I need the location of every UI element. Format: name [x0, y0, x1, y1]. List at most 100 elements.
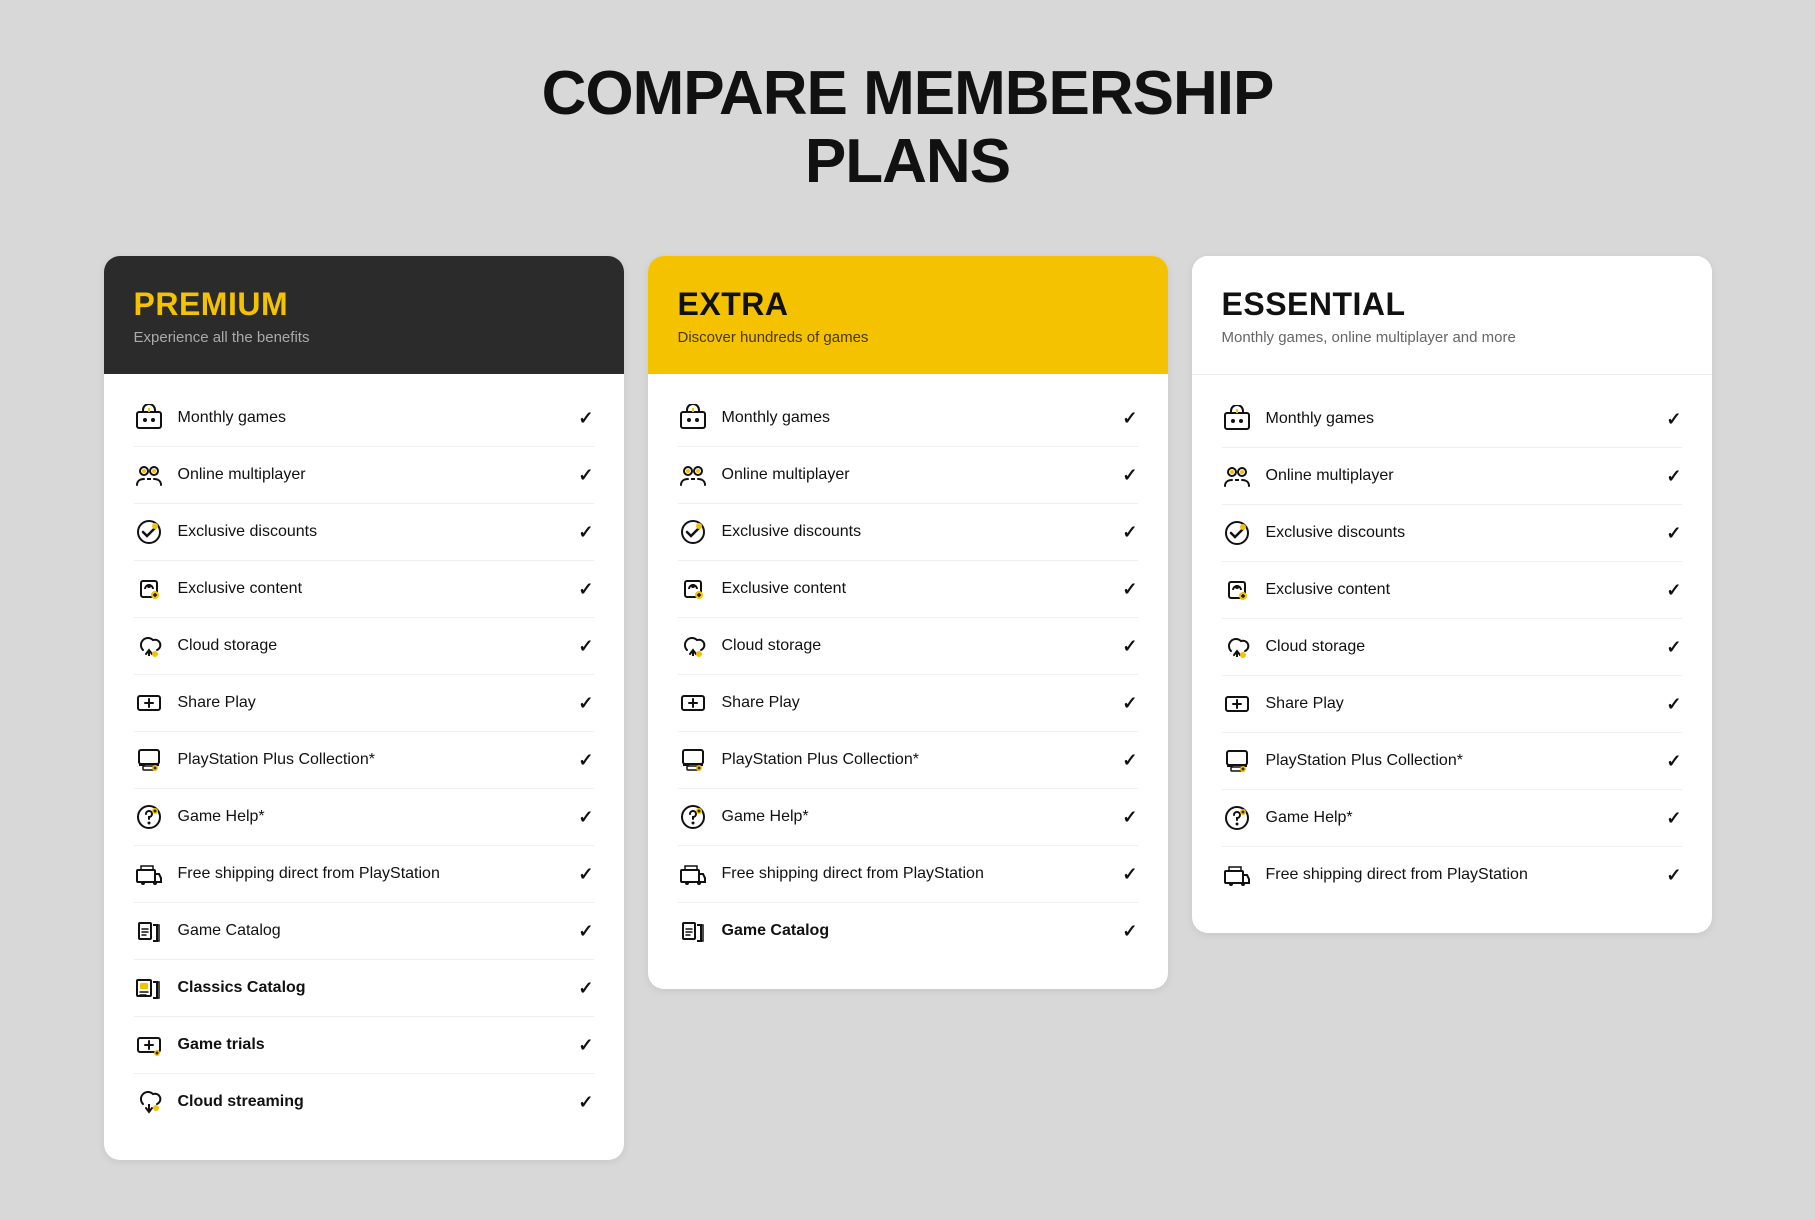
- icon-exclusive-discounts: [1222, 518, 1252, 548]
- feature-row: Share Play ✓: [678, 675, 1138, 732]
- icon-share-play: [1222, 689, 1252, 719]
- feature-label: Exclusive content: [1266, 581, 1391, 599]
- checkmark-icon: ✓: [578, 1035, 593, 1056]
- icon-free-shipping-direct-from-playstation: [1222, 860, 1252, 890]
- checkmark-icon: ✓: [1666, 580, 1681, 601]
- plan-card-essential: ESSENTIAL Monthly games, online multiplay…: [1192, 256, 1712, 933]
- plan-name-extra: EXTRA: [678, 286, 1138, 323]
- feature-row: Free shipping direct from PlayStation✓: [678, 846, 1138, 903]
- checkmark-icon: ✓: [1122, 408, 1137, 429]
- feature-row: Exclusive content ✓: [1222, 562, 1682, 619]
- feature-row: Game Help* ✓: [134, 789, 594, 846]
- icon-cloud-storage: [134, 631, 164, 661]
- page-title: COMPARE MEMBERSHIP PLANS: [542, 60, 1274, 196]
- icon-exclusive-content: [678, 574, 708, 604]
- checkmark-icon: ✓: [578, 636, 593, 657]
- checkmark-icon: ✓: [578, 522, 593, 543]
- feature-label: Cloud storage: [1266, 638, 1366, 656]
- icon-monthly-games: [678, 403, 708, 433]
- feature-label: Monthly games: [1266, 410, 1375, 428]
- icon-playstation-plus-collection-: [1222, 746, 1252, 776]
- plan-card-premium: PREMIUM Experience all the benefits Month…: [104, 256, 624, 1160]
- feature-row: Share Play ✓: [1222, 676, 1682, 733]
- checkmark-icon: ✓: [578, 978, 593, 999]
- checkmark-icon: ✓: [1666, 637, 1681, 658]
- feature-row: Free shipping direct from PlayStation ✓: [1222, 847, 1682, 903]
- feature-label: Game Help*: [178, 808, 265, 826]
- feature-row: Online multiplayer✓: [678, 447, 1138, 504]
- checkmark-icon: ✓: [578, 408, 593, 429]
- icon-share-play: [134, 688, 164, 718]
- icon-share-play: [678, 688, 708, 718]
- checkmark-icon: ✓: [578, 579, 593, 600]
- icon-exclusive-discounts: [678, 517, 708, 547]
- plan-card-extra: EXTRA Discover hundreds of games Monthly …: [648, 256, 1168, 989]
- plan-features-premium: Monthly games✓ Online multiplayer✓ Exclu…: [104, 374, 624, 1160]
- icon-game-trials: [134, 1030, 164, 1060]
- icon-game-help-: [134, 802, 164, 832]
- checkmark-icon: ✓: [1666, 523, 1681, 544]
- icon-game-catalog: [678, 916, 708, 946]
- feature-label: Game Help*: [1266, 809, 1353, 827]
- icon-monthly-games: [134, 403, 164, 433]
- checkmark-icon: ✓: [578, 807, 593, 828]
- checkmark-icon: ✓: [1666, 865, 1681, 886]
- icon-free-shipping-direct-from-playstation: [678, 859, 708, 889]
- checkmark-icon: ✓: [1666, 694, 1681, 715]
- plan-features-extra: Monthly games ✓ Online multiplayer✓ Exclu…: [648, 374, 1168, 989]
- icon-exclusive-discounts: [134, 517, 164, 547]
- plans-container: PREMIUM Experience all the benefits Month…: [68, 256, 1748, 1160]
- feature-row: Cloud storage✓: [678, 618, 1138, 675]
- feature-row: Exclusive content✓: [134, 561, 594, 618]
- feature-row: PlayStation Plus Collection*✓: [1222, 733, 1682, 790]
- icon-playstation-plus-collection-: [134, 745, 164, 775]
- feature-label: Cloud streaming: [178, 1093, 304, 1111]
- plan-subtitle-essential: Monthly games, online multiplayer and mo…: [1222, 329, 1682, 346]
- feature-row: Monthly games ✓: [134, 390, 594, 447]
- feature-label: Share Play: [1266, 695, 1344, 713]
- plan-header-premium: PREMIUM Experience all the benefits: [104, 256, 624, 374]
- icon-online-multiplayer: [678, 460, 708, 490]
- feature-row: Game Catalog✓: [134, 903, 594, 960]
- feature-row: Cloud storage ✓: [1222, 619, 1682, 676]
- feature-row: PlayStation Plus Collection*✓: [678, 732, 1138, 789]
- checkmark-icon: ✓: [578, 864, 593, 885]
- feature-row: Game trials ✓: [134, 1017, 594, 1074]
- feature-row: Exclusive discounts✓: [678, 504, 1138, 561]
- feature-row: Cloud storage✓: [134, 618, 594, 675]
- plan-name-essential: ESSENTIAL: [1222, 286, 1682, 323]
- checkmark-icon: ✓: [578, 921, 593, 942]
- feature-label: Exclusive discounts: [1266, 524, 1406, 542]
- feature-label: Game trials: [178, 1036, 265, 1054]
- feature-label: Cloud storage: [722, 637, 822, 655]
- feature-label: Exclusive content: [722, 580, 847, 598]
- checkmark-icon: ✓: [578, 465, 593, 486]
- feature-row: Game Catalog✓: [678, 903, 1138, 959]
- feature-label: Classics Catalog: [178, 979, 306, 997]
- feature-row: Monthly games ✓: [678, 390, 1138, 447]
- plan-header-essential: ESSENTIAL Monthly games, online multiplay…: [1192, 256, 1712, 375]
- icon-game-help-: [678, 802, 708, 832]
- plan-name-premium: PREMIUM: [134, 286, 594, 323]
- feature-label: Game Catalog: [722, 922, 830, 940]
- feature-label: Free shipping direct from PlayStation: [1266, 866, 1528, 884]
- feature-label: Exclusive discounts: [178, 523, 318, 541]
- feature-row: Game Help*✓: [1222, 790, 1682, 847]
- feature-label: Online multiplayer: [1266, 467, 1394, 485]
- icon-classics-catalog: [134, 973, 164, 1003]
- feature-row: Exclusive discounts ✓: [1222, 505, 1682, 562]
- checkmark-icon: ✓: [1122, 807, 1137, 828]
- plan-subtitle-premium: Experience all the benefits: [134, 329, 594, 346]
- feature-row: PlayStation Plus Collection*✓: [134, 732, 594, 789]
- icon-cloud-storage: [678, 631, 708, 661]
- checkmark-icon: ✓: [578, 750, 593, 771]
- feature-row: Classics Catalog ✓: [134, 960, 594, 1017]
- icon-exclusive-content: [1222, 575, 1252, 605]
- feature-label: Share Play: [722, 694, 800, 712]
- plan-subtitle-extra: Discover hundreds of games: [678, 329, 1138, 346]
- checkmark-icon: ✓: [1122, 693, 1137, 714]
- feature-row: Online multiplayer✓: [1222, 448, 1682, 505]
- feature-label: Monthly games: [178, 409, 287, 427]
- feature-label: Monthly games: [722, 409, 831, 427]
- feature-label: Game Help*: [722, 808, 809, 826]
